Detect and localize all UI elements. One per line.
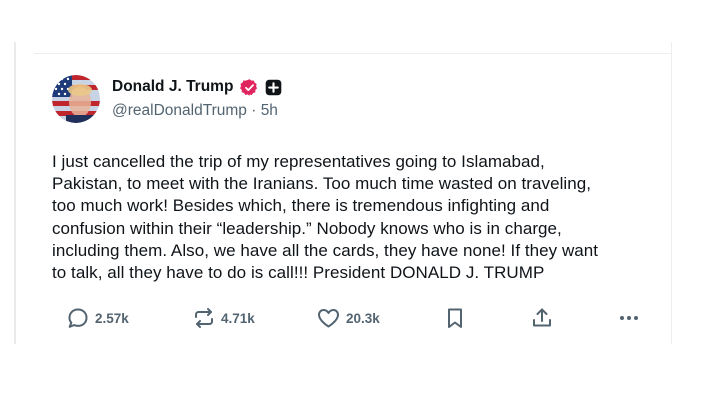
- like-button[interactable]: 20.3k: [316, 306, 380, 330]
- affiliation-badge-icon: [263, 79, 282, 96]
- repost-count: 4.71k: [221, 310, 255, 326]
- repost-icon: [192, 306, 216, 330]
- more-options-button[interactable]: [617, 306, 641, 330]
- bookmark-button[interactable]: [444, 306, 466, 330]
- verified-badge-icon: [237, 78, 259, 97]
- avatar[interactable]: [52, 75, 100, 123]
- frame-right-border: [671, 42, 672, 344]
- frame-left-border: [14, 42, 16, 344]
- post-card: Donald J. Trump @realDonaldTrump · 5h I …: [34, 54, 670, 344]
- author-display-name[interactable]: Donald J. Trump: [112, 78, 233, 96]
- handle-separator: ·: [246, 102, 261, 119]
- reply-icon: [66, 306, 90, 330]
- share-icon: [530, 306, 554, 330]
- author-name-row: Donald J. Trump: [112, 77, 282, 97]
- like-icon: [316, 306, 341, 330]
- more-icon: [617, 306, 641, 330]
- like-count: 20.3k: [346, 310, 380, 326]
- author-handle-row: @realDonaldTrump · 5h: [112, 102, 278, 120]
- author-handle[interactable]: @realDonaldTrump: [112, 102, 247, 119]
- share-button[interactable]: [530, 306, 554, 330]
- action-bar: 2.57k 4.71k 20.3k: [34, 306, 670, 330]
- reply-count: 2.57k: [95, 310, 129, 326]
- repost-button[interactable]: 4.71k: [192, 306, 255, 330]
- reply-button[interactable]: 2.57k: [66, 306, 129, 330]
- bookmark-icon: [444, 306, 466, 330]
- post-time[interactable]: 5h: [261, 102, 278, 119]
- post-text: I just cancelled the trip of my represen…: [52, 152, 599, 283]
